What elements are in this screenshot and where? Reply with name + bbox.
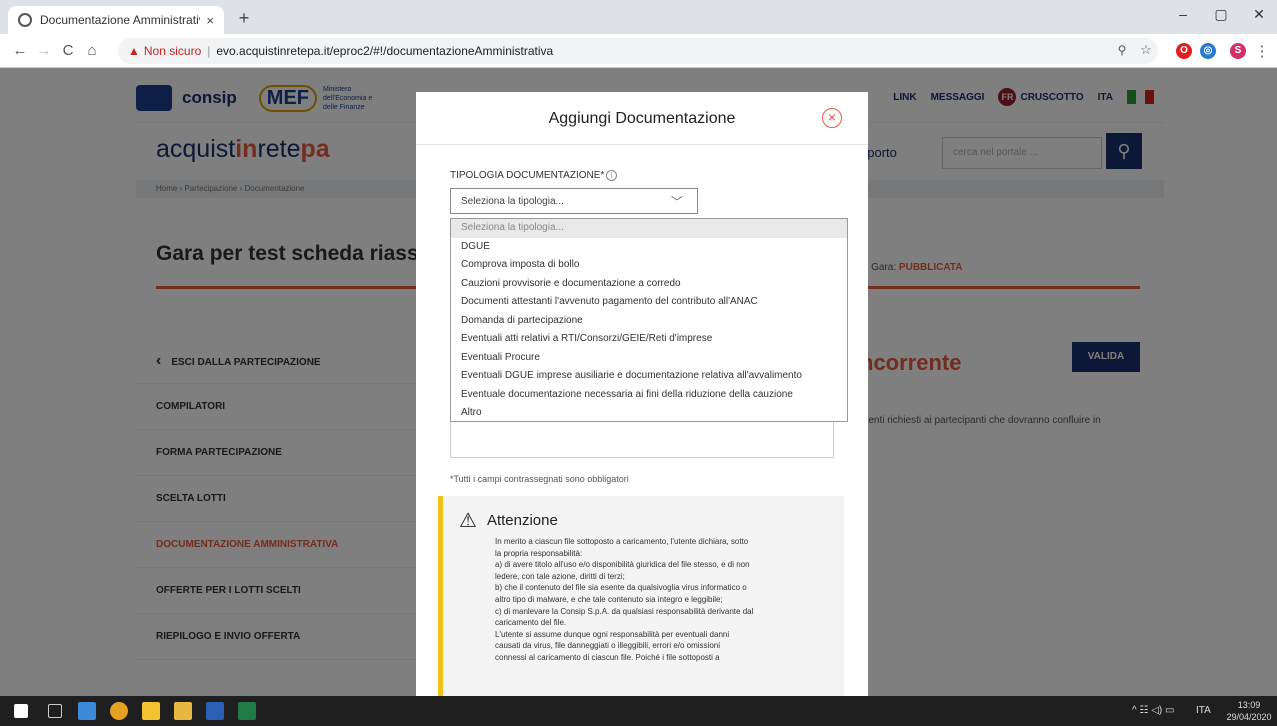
maximize-button[interactable]: ▢ [1206,6,1236,23]
task-view-icon[interactable] [48,704,62,718]
alert-line: la propria responsabilità: [495,548,583,558]
modal-divider [416,144,868,145]
windows-start-icon[interactable] [14,704,28,718]
dropdown-option[interactable]: Eventuali DGUE imprese ausiliarie e docu… [451,367,847,386]
alert-line: altro tipo di malware, e che tale conten… [495,594,723,604]
alert-title: ⚠ Attenzione [459,510,558,532]
alert-line: L'utente si assume dunque ogni responsab… [495,629,730,639]
chevron-down-icon: ﹀ [670,195,683,209]
windows-taskbar: ^ ☷ ◁) ▭ ITA 13:09 29/04/2020 [0,696,1277,726]
close-window-button[interactable]: ✕ [1244,6,1274,23]
dropdown-option[interactable]: Cauzioni provvisorie e documentazione a … [451,275,847,294]
tipologia-label: TIPOLOGIA DOCUMENTAZIONE* i [450,170,618,181]
alert-line: causati da virus, file danneggiati o ill… [495,641,721,651]
alert-line: ledere, con tale azione, diritti di terz… [495,571,625,581]
dropdown-option[interactable]: DGUE [451,238,847,257]
select-value: Seleziona la tipologia... [461,196,564,207]
minimize-button[interactable]: – [1168,6,1198,22]
dropdown-option[interactable]: Eventuali atti relativi a RTI/Consorzi/G… [451,330,847,349]
clock[interactable]: 13:09 29/04/2020 [1226,699,1272,723]
alert-line: In merito a ciascun file sottoposto a ca… [495,537,749,546]
globe-icon [18,13,32,27]
new-tab-button[interactable]: + [232,8,256,29]
tipologia-dropdown-list: Seleziona la tipologia... DGUE Comprova im… [450,218,848,422]
attention-alert: ⚠ Attenzione In merito a ciascun file sot… [438,496,844,696]
security-label: Non sicuro [143,44,202,58]
extension-icon[interactable]: ◎ [1200,43,1216,59]
tab-close-icon[interactable]: × [206,13,214,28]
separator: | [207,44,211,58]
dropdown-option[interactable]: Domanda di partecipazione [451,312,847,331]
app-icon[interactable] [142,702,160,720]
warning-icon: ▲ [128,44,140,58]
dropdown-option[interactable]: Eventuali Procure [451,349,847,368]
profile-avatar[interactable]: S [1230,43,1246,59]
file-explorer-icon[interactable] [174,702,192,720]
dropdown-option[interactable]: Eventuale documentazione necessaria ai f… [451,386,847,405]
star-icon[interactable]: ☆ [1136,42,1156,58]
url-text: evo.acquistinretepa.it/eproc2/#!/documen… [216,44,554,58]
alert-line: caricamento del file. [495,618,567,628]
dropdown-option[interactable]: Altro [451,404,847,423]
dropdown-option[interactable]: Seleziona la tipologia... [451,219,847,238]
info-icon[interactable]: i [606,170,618,181]
address-bar: ← → C ⌂ ▲ Non sicuro | evo.acquistinrete… [0,34,1277,68]
dropdown-option[interactable]: Comprova imposta di bollo [451,256,847,275]
required-note: *Tutti i campi contrassegnati sono obbli… [450,474,629,484]
warning-triangle-icon: ⚠ [459,510,477,532]
excel-icon[interactable] [238,702,256,720]
dropdown-option[interactable]: Documenti attestanti l'avvenuto pagament… [451,293,847,312]
page: consip MEF Ministero dell'Economia e del… [0,68,1277,696]
word-icon[interactable] [206,702,224,720]
browser-tab-strip: Documentazione Amministrativa × + – ▢ ✕ [0,0,1277,34]
alert-line: c) di manlevare la Consip S.p.A. da qual… [495,606,754,616]
menu-icon[interactable]: ⋮ [1252,42,1272,60]
alert-body: In merito a ciascun file sottoposto a ca… [495,536,835,664]
back-button[interactable]: ← [10,42,30,59]
url-field[interactable]: ▲ Non sicuro | evo.acquistinretepa.it/ep… [118,38,1158,64]
forward-button[interactable]: → [34,42,54,59]
reload-button[interactable]: C [58,42,78,59]
people-icon[interactable] [78,702,96,720]
alert-line: b) che il contenuto del file sia esente … [495,583,747,593]
opera-extension-icon[interactable]: O [1176,43,1192,59]
chrome-icon[interactable] [110,702,128,720]
tab-title: Documentazione Amministrativa [40,13,201,27]
alert-line: connessi al caricamento di ciascun file.… [495,652,720,662]
close-icon[interactable]: × [822,108,842,128]
home-button[interactable]: ⌂ [82,42,102,59]
alert-line: a) di avere titolo all'uso e/o disponibi… [495,560,750,570]
zoom-icon[interactable]: ⚲ [1112,43,1132,57]
modal-title: Aggiungi Documentazione [548,110,736,127]
tray-icons[interactable]: ^ ☷ ◁) ▭ [1132,705,1174,716]
tipologia-select[interactable]: Seleziona la tipologia... ﹀ [450,188,698,214]
language-indicator[interactable]: ITA [1196,705,1211,716]
browser-tab[interactable]: Documentazione Amministrativa × [8,6,224,34]
